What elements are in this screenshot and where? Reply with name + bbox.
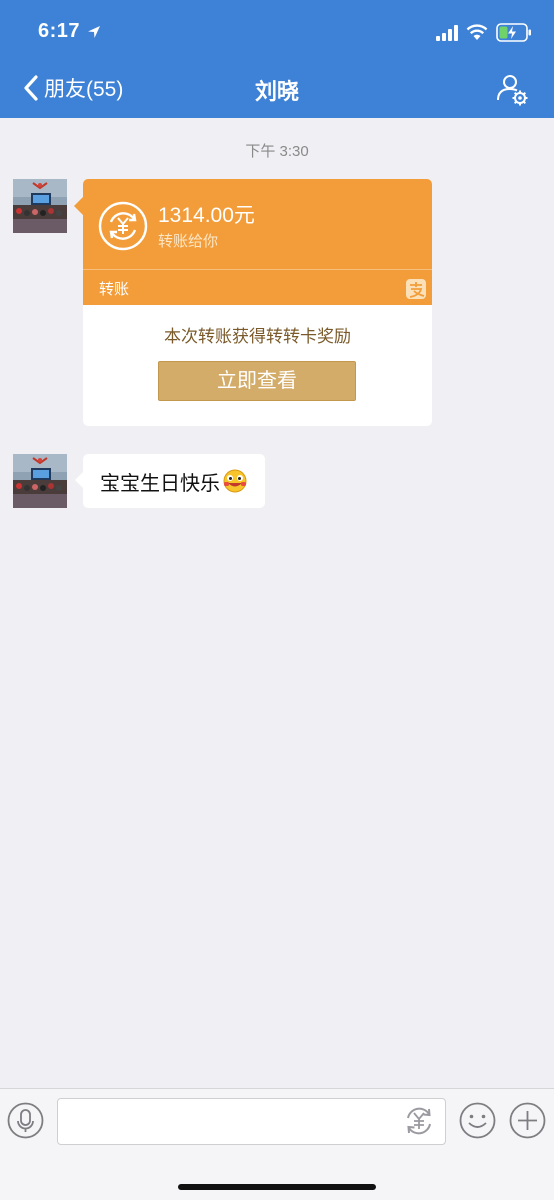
transfer-card-header: 1314.00元 转账给你 转账 (74, 179, 432, 305)
view-now-button[interactable]: 立即查看 (158, 361, 356, 401)
emoji-icon (223, 469, 247, 493)
transfer-amount: 1314.00元 (158, 204, 255, 227)
status-time: 6:17 (38, 20, 81, 42)
divider (83, 269, 432, 270)
location-arrow-icon (88, 26, 100, 38)
transfer-type-label: 转账 (99, 281, 130, 298)
avatar[interactable] (13, 179, 67, 233)
message-input[interactable] (57, 1098, 446, 1145)
avatar-photo (13, 454, 67, 508)
avatar[interactable] (13, 454, 67, 508)
page-title: 刘晓 (254, 79, 299, 104)
wifi-icon (466, 24, 488, 40)
transfer-message-card[interactable]: 1314.00元 转账给你 转账 本次转账获得转转卡奖励 立即查看 (74, 179, 432, 426)
avatar-photo (13, 179, 67, 233)
message-timestamp: 下午 3:30 (245, 143, 309, 160)
profile-settings-icon[interactable] (494, 72, 530, 108)
battery-charging-icon (496, 23, 531, 42)
plus-icon[interactable] (509, 1102, 546, 1139)
home-indicator[interactable] (178, 1184, 376, 1190)
voice-icon[interactable] (7, 1102, 44, 1139)
alipay-icon (406, 279, 426, 299)
header: 6:17 朋友(55) 刘晓 (0, 0, 554, 118)
nav-bar: 朋友(55) 刘晓 (0, 62, 554, 118)
transfer-subtitle: 转账给你 (158, 233, 219, 250)
smiley-icon[interactable] (459, 1102, 496, 1139)
reward-text: 本次转账获得转转卡奖励 (164, 327, 351, 346)
message-text: 宝宝生日快乐 (100, 472, 220, 495)
transfer-icon (98, 201, 148, 251)
text-message-bubble[interactable]: 宝宝生日快乐 (75, 454, 265, 508)
signal-icon (436, 25, 458, 41)
input-bar (0, 1088, 554, 1200)
status-bar: 6:17 (0, 0, 554, 62)
yuan-icon[interactable] (402, 1104, 436, 1138)
